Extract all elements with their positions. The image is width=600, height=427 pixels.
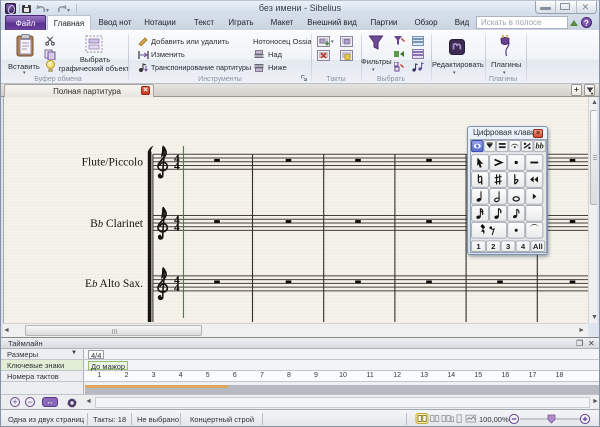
svg-text:3: 3 [506, 242, 510, 251]
svg-text:Bb Clarinet: Bb Clarinet [90, 218, 144, 230]
svg-text:4: 4 [521, 242, 526, 251]
svg-text:All: All [533, 242, 543, 251]
svg-text:Flute/Piccolo: Flute/Piccolo [82, 157, 144, 169]
svg-text:bb: bb [536, 142, 544, 151]
svg-text:2: 2 [491, 242, 495, 251]
svg-text:Eb Alto Sax.: Eb Alto Sax. [85, 278, 143, 290]
svg-text:1: 1 [476, 242, 481, 251]
